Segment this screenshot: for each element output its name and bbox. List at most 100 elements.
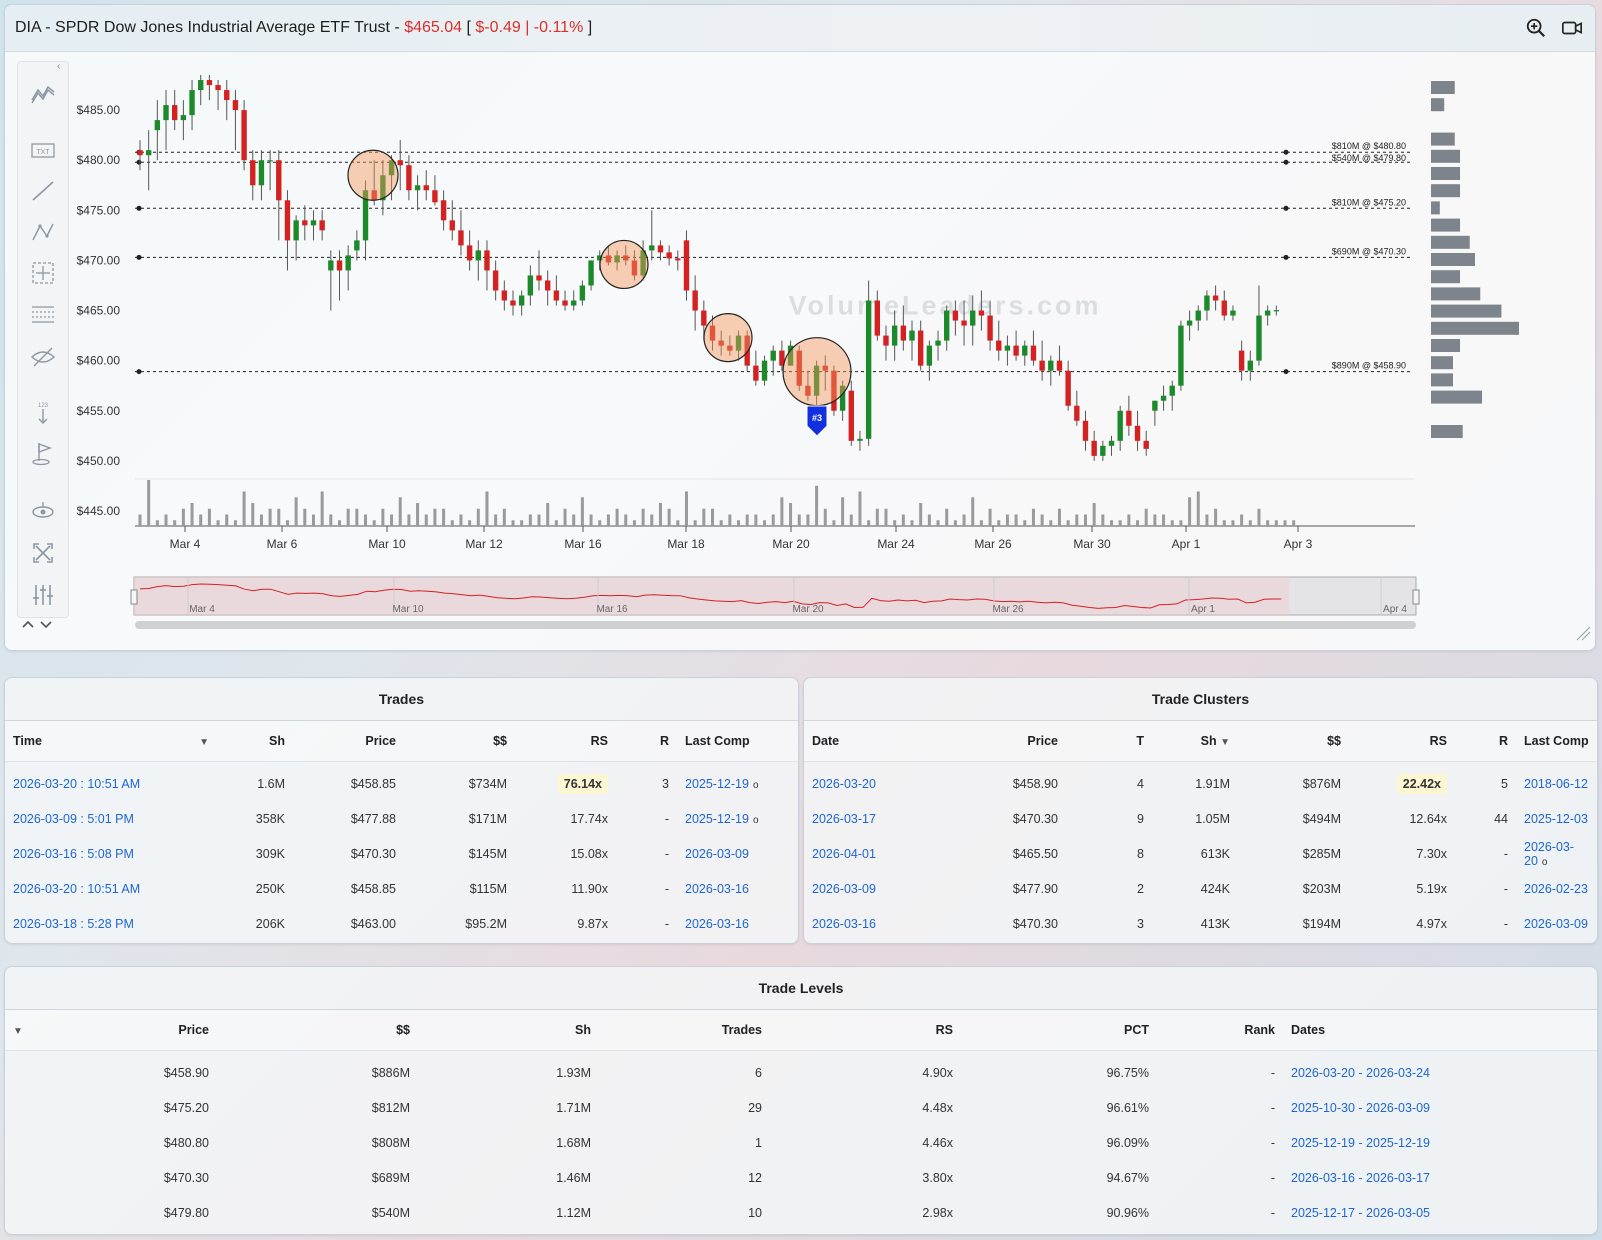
table-row[interactable]: $479.80 $540M 1.12M 10 2.98x 90.96% -2025-12-1… xyxy=(5,1195,1597,1230)
last-comp-link[interactable]: 2018-06-12 xyxy=(1516,762,1597,802)
level-dates-link[interactable]: 2026-03-16 - 2026-03-17 xyxy=(1283,1160,1597,1195)
table-row[interactable]: 2026-03-20 $458.90 4 1.91M $876M 22.42x 5 2018-… xyxy=(804,762,1597,802)
candle-down xyxy=(501,290,508,301)
table-row[interactable]: 2026-03-20 : 10:51 AM 1.6M $458.85 $734M 76.… xyxy=(5,762,798,802)
levels-sort-icon[interactable]: ▼ xyxy=(5,1010,61,1051)
table-row[interactable]: $480.80 $808M 1.68M 1 4.46x 96.09% -2025-12-19… xyxy=(5,1125,1597,1160)
last-comp-link[interactable]: 2026-03-09 xyxy=(677,836,798,871)
navigator-tick-label: Apr 1 xyxy=(1191,604,1215,615)
trade-time-link[interactable]: 2026-03-16 : 5:08 PM xyxy=(5,836,217,871)
col-rs[interactable]: RS xyxy=(770,1010,961,1051)
cluster-date-link[interactable]: 2026-03-20 xyxy=(804,762,950,802)
rs-cell: 22.42x xyxy=(1349,762,1455,802)
volume-profile-bar xyxy=(1431,253,1475,266)
level-dates-link[interactable]: 2025-10-30 - 2026-03-09 xyxy=(1283,1090,1597,1125)
last-comp-link[interactable]: 2026-02-23 xyxy=(1516,871,1597,906)
candle-down xyxy=(241,110,247,161)
col-price[interactable]: Price xyxy=(61,1010,217,1051)
col-rs[interactable]: RS xyxy=(515,721,616,762)
spacer-cell xyxy=(5,1051,61,1091)
shares-cell: 1.05M xyxy=(1195,811,1230,826)
candle-down xyxy=(319,220,325,231)
col-price[interactable]: Price xyxy=(950,721,1066,762)
last-comp-link[interactable]: 2025-12-19 o xyxy=(677,762,798,802)
x-tick-label: Mar 30 xyxy=(1073,537,1111,551)
col-pct[interactable]: PCT xyxy=(961,1010,1157,1051)
last-comp-link[interactable]: 2026-03-16 xyxy=(677,906,798,941)
last-comp-link[interactable]: 2026-03-20 o xyxy=(1516,836,1597,871)
cluster-date-link[interactable]: 2026-04-01 xyxy=(804,836,950,871)
trade-time-link[interactable]: 2026-03-20 : 10:51 AM xyxy=(5,762,217,802)
candle-up xyxy=(970,310,976,326)
last-comp-link[interactable]: 2026-03-09 xyxy=(1516,906,1597,941)
navigator-scrollbar[interactable] xyxy=(135,621,1416,629)
col-sh[interactable]: Sh xyxy=(217,721,293,762)
col-t[interactable]: T xyxy=(1066,721,1152,762)
candle-down xyxy=(510,300,516,306)
col-trades[interactable]: Trades xyxy=(599,1010,770,1051)
level-dates-link[interactable]: 2025-12-19 - 2025-12-19 xyxy=(1283,1125,1597,1160)
last-comp-link[interactable]: 2025-12-03 xyxy=(1516,801,1597,836)
table-row[interactable]: $475.20 $812M 1.71M 29 4.48x 96.61% -2025-10-3… xyxy=(5,1090,1597,1125)
security-name: - SPDR Dow Jones Industrial Average ETF … xyxy=(40,19,405,36)
candle-down xyxy=(1065,370,1071,406)
level-dates-link[interactable]: 2025-12-17 - 2026-03-05 xyxy=(1283,1195,1597,1230)
table-row[interactable]: $458.90 $886M 1.93M 6 4.90x 96.75% -2026-03-20… xyxy=(5,1051,1597,1091)
col-date[interactable]: Date xyxy=(804,721,950,762)
shares-cell: 424K xyxy=(1200,881,1230,896)
candle-up xyxy=(518,295,525,306)
trade-time-link[interactable]: 2026-03-09 : 5:01 PM xyxy=(5,801,217,836)
volume-bar xyxy=(433,508,437,526)
col-dollars[interactable]: $$ xyxy=(1238,721,1349,762)
shares-cell: 1.71M xyxy=(556,1100,591,1115)
table-row[interactable]: 2026-03-16 $470.30 3 413K $194M 4.97x -2026-03… xyxy=(804,906,1597,941)
table-row[interactable]: 2026-03-18 : 5:28 PM 206K $463.00 $95.2M 9.8… xyxy=(5,906,798,941)
cluster-date-link[interactable]: 2026-03-09 xyxy=(804,871,950,906)
cluster-marker[interactable]: #3 xyxy=(806,405,828,437)
table-row[interactable]: 2026-03-17 $470.30 9 1.05M $494M 12.64x 44 2025… xyxy=(804,801,1597,836)
trades-panel: Trades Time ▼ Sh Price $$ RS R Last Comp… xyxy=(4,677,799,944)
volume-bar xyxy=(285,520,289,526)
symbol: DIA xyxy=(15,19,41,36)
last-comp-link[interactable]: 2026-03-16 xyxy=(677,871,798,906)
navigator-right-handle[interactable] xyxy=(1412,589,1420,605)
price-chart[interactable]: $485.00 $480.00 $475.00 $470.00 $465.00 $460.… xyxy=(5,51,1595,650)
level-end-dot xyxy=(1283,205,1289,211)
table-row[interactable]: 2026-03-09 : 5:01 PM 358K $477.88 $171M 17.7… xyxy=(5,801,798,836)
cluster-date-link[interactable]: 2026-03-17 xyxy=(804,801,950,836)
col-rank[interactable]: Rank xyxy=(1157,1010,1283,1051)
candle-up xyxy=(180,115,187,121)
col-dates[interactable]: Dates xyxy=(1283,1010,1597,1051)
col-r[interactable]: R xyxy=(616,721,677,762)
col-last-comp[interactable]: Last Comp xyxy=(677,721,798,762)
trade-count-cell: 3 xyxy=(1137,916,1144,931)
col-time[interactable]: Time xyxy=(5,721,191,762)
time-sort-icon[interactable]: ▼ xyxy=(191,721,217,762)
col-sh[interactable]: Sh ▼ xyxy=(1152,721,1238,762)
volume-bar xyxy=(1057,508,1061,526)
video-camera-icon[interactable] xyxy=(1561,17,1583,44)
table-row[interactable]: $470.30 $689M 1.46M 12 3.80x 94.67% -2026-03-1… xyxy=(5,1160,1597,1195)
navigator-left-handle[interactable] xyxy=(130,589,138,605)
zoom-in-icon[interactable] xyxy=(1525,17,1547,44)
col-rs[interactable]: RS xyxy=(1349,721,1455,762)
col-dollars[interactable]: $$ xyxy=(404,721,515,762)
cluster-date-link[interactable]: 2026-03-16 xyxy=(804,906,950,941)
candle-down xyxy=(284,200,291,241)
col-r[interactable]: R xyxy=(1455,721,1516,762)
col-last-comp[interactable]: Last Comp xyxy=(1516,721,1597,762)
col-price[interactable]: Price xyxy=(293,721,404,762)
table-row[interactable]: 2026-03-20 : 10:51 AM 250K $458.85 $115M 11.… xyxy=(5,871,798,906)
col-dollars[interactable]: $$ xyxy=(217,1010,418,1051)
table-row[interactable]: 2026-04-01 $465.50 8 613K $285M 7.30x -2026-03… xyxy=(804,836,1597,871)
rs-cell: 12.64x xyxy=(1409,811,1447,826)
trade-time-link[interactable]: 2026-03-18 : 5:28 PM xyxy=(5,906,217,941)
table-row[interactable]: 2026-03-16 : 5:08 PM 309K $470.30 $145M 15.0… xyxy=(5,836,798,871)
volume-bar xyxy=(1066,520,1070,526)
resize-handle-icon[interactable] xyxy=(1575,625,1591,646)
col-sh[interactable]: Sh xyxy=(418,1010,599,1051)
table-row[interactable]: 2026-03-09 $477.90 2 424K $203M 5.19x -2026-02… xyxy=(804,871,1597,906)
trade-time-link[interactable]: 2026-03-20 : 10:51 AM xyxy=(5,871,217,906)
level-dates-link[interactable]: 2026-03-20 - 2026-03-24 xyxy=(1283,1051,1597,1091)
last-comp-link[interactable]: 2025-12-19 o xyxy=(677,801,798,836)
